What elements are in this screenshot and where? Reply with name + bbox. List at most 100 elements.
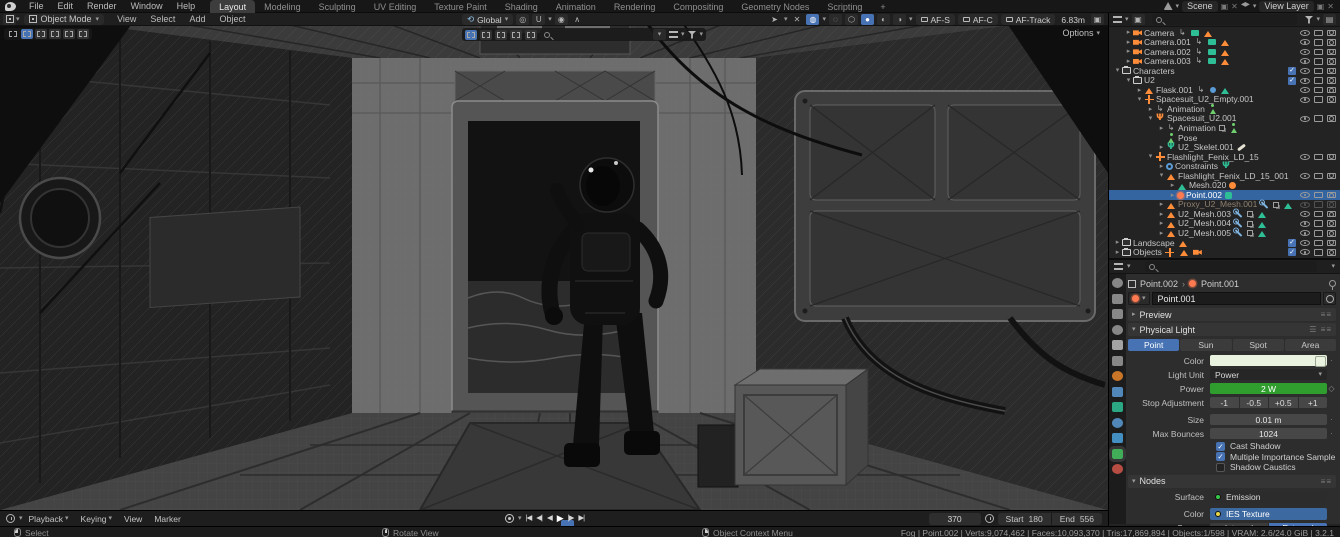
light-type-spot[interactable]: Spot (1232, 339, 1284, 351)
timeline-menu-playback[interactable]: Playback ▾ (23, 514, 75, 524)
outliner-row[interactable]: ▾ Ψ Spacesuit_U2.001 (1109, 114, 1340, 124)
eye-icon[interactable] (1300, 239, 1310, 246)
scene-selector[interactable]: Scene (1182, 0, 1218, 12)
tab-tool[interactable] (1112, 278, 1123, 288)
expander-icon[interactable]: ▸ (1146, 106, 1155, 113)
filter-a-icon[interactable] (480, 29, 492, 40)
outliner-row[interactable]: ▸ Proxy_U2_Mesh.001 (1109, 200, 1340, 210)
scr-icon[interactable] (1314, 201, 1323, 208)
breadcrumb-data[interactable]: Point.001 (1201, 279, 1239, 289)
panel-physical-light[interactable]: ▾ Physical Light ☰ ≡≡ (1128, 323, 1336, 336)
camr-icon[interactable] (1327, 58, 1336, 65)
display-mode-icon[interactable] (1113, 16, 1122, 23)
keyframe-icon[interactable]: ◇ (1327, 384, 1336, 393)
expander-icon[interactable]: ▾ (1135, 96, 1144, 103)
xray-toggle-icon[interactable]: ◍ (806, 14, 820, 25)
tab-render[interactable] (1112, 293, 1123, 304)
select-mode-subtract-icon[interactable] (49, 28, 61, 39)
prev-keyframe-button[interactable]: ◀| (536, 513, 543, 524)
camr-icon[interactable] (1327, 96, 1336, 103)
filter-funnel-icon[interactable] (687, 30, 697, 39)
camr-icon[interactable] (1327, 172, 1336, 180)
tab--[interactable]: + (871, 0, 894, 13)
animate-dot-icon[interactable]: · (1327, 429, 1336, 438)
checkbox-icon[interactable]: ✓ (1216, 462, 1225, 472)
chevron-down-icon[interactable]: ▾ (1125, 16, 1129, 23)
size-field[interactable]: 0.01 m (1210, 414, 1327, 425)
animate-dot-icon[interactable]: · (1327, 356, 1336, 365)
tab-layout[interactable]: Layout (210, 0, 256, 13)
color-swatch[interactable] (1210, 355, 1327, 367)
timeline-menu-view[interactable]: View (118, 514, 148, 524)
expander-icon[interactable]: ▸ (1168, 182, 1177, 189)
falloff-icon[interactable]: ∧ (571, 14, 584, 25)
camr-icon[interactable] (1327, 48, 1336, 56)
tab-particles[interactable] (1112, 402, 1123, 412)
tab-object[interactable] (1112, 371, 1123, 381)
chk-icon[interactable]: ✓ (1288, 248, 1296, 257)
end-frame-field[interactable]: End 556 (1052, 514, 1102, 524)
camr-icon[interactable] (1327, 191, 1336, 199)
viewlayer-remove-icon[interactable]: ✕ (1327, 2, 1334, 11)
tab-modeling[interactable]: Modeling (255, 0, 310, 13)
expander-icon[interactable]: ▸ (1124, 39, 1133, 46)
cursor-tool-icon[interactable] (7, 29, 19, 39)
viewport-menu-select[interactable]: Select (143, 14, 182, 24)
chk-icon[interactable]: ✓ (1288, 66, 1296, 75)
search-input[interactable] (540, 29, 650, 40)
camr-icon[interactable] (1327, 29, 1336, 37)
eye-icon[interactable] (1300, 39, 1310, 46)
scene-new-icon[interactable]: ▣ (1221, 2, 1229, 11)
chevron-down-icon[interactable]: ▾ (16, 16, 20, 23)
eye-icon[interactable] (1300, 77, 1310, 84)
list-options-icon[interactable] (669, 31, 678, 38)
eye-icon[interactable] (1300, 87, 1310, 94)
filter-d-icon[interactable] (525, 29, 537, 40)
expander-icon[interactable]: ▸ (1157, 125, 1166, 132)
expander-icon[interactable]: ▾ (1146, 153, 1155, 160)
current-frame-field[interactable]: 370 (928, 512, 981, 525)
checkbox-row[interactable]: ✓ Cast Shadow (1216, 441, 1336, 452)
af-button-af-s[interactable]: AF-S (915, 14, 955, 25)
filter-toggle-icon[interactable] (465, 29, 477, 40)
surface-field[interactable]: Emission (1210, 491, 1327, 503)
shading-wireframe-icon[interactable]: ◌ (829, 14, 842, 25)
shading-rendered-icon[interactable]: ◐ (877, 14, 890, 25)
select-mode-intersect-icon[interactable] (77, 28, 89, 39)
scr-icon[interactable] (1314, 210, 1323, 218)
eye-icon[interactable] (1300, 220, 1310, 227)
expander-icon[interactable]: ▸ (1157, 230, 1166, 237)
dropdown-button[interactable]: ▾ (653, 29, 666, 40)
scr-icon[interactable] (1314, 172, 1323, 180)
jump-start-button[interactable]: |◀ (526, 513, 533, 524)
outliner-row[interactable]: ▸ Objects ✓ (1109, 247, 1340, 258)
eye-icon[interactable] (1300, 96, 1310, 103)
expander-icon[interactable]: ▸ (1157, 163, 1166, 170)
expander-icon[interactable]: ▸ (1124, 58, 1133, 65)
expander-icon[interactable]: ▸ (1168, 192, 1177, 199)
menu-render[interactable]: Render (80, 1, 124, 11)
play-reverse-button[interactable]: ◀ (547, 513, 553, 524)
camr-icon[interactable] (1327, 201, 1336, 208)
filter-b-icon[interactable] (495, 29, 507, 40)
viewport-menu-add[interactable]: Add (182, 14, 212, 24)
chevron-down-icon[interactable]: ▾ (1331, 263, 1335, 270)
expander-icon[interactable]: ▾ (1113, 67, 1122, 74)
camr-icon[interactable] (1327, 39, 1336, 46)
camera-settings-icon[interactable]: ▣ (1091, 14, 1104, 25)
shading-material-icon[interactable]: ● (861, 14, 874, 25)
overlays-icon[interactable]: ✕ (790, 14, 803, 25)
scr-icon[interactable] (1314, 249, 1323, 256)
filter-funnel-icon[interactable] (1304, 15, 1314, 24)
camr-icon[interactable] (1327, 115, 1336, 122)
select-mode-invert-icon[interactable] (63, 28, 75, 39)
scr-icon[interactable] (1314, 67, 1323, 75)
proportional-edit-icon[interactable]: ◉ (554, 14, 568, 25)
blender-logo-icon[interactable] (5, 1, 16, 11)
expander-icon[interactable]: ▾ (1146, 115, 1155, 122)
tab-object-data[interactable] (1109, 445, 1126, 462)
stop-button[interactable]: +0.5 (1269, 397, 1298, 408)
start-frame-field[interactable]: Start 180 (998, 514, 1051, 524)
jump-end-button[interactable]: ▶| (578, 513, 585, 524)
outliner-row[interactable]: ▸ Ψ U2_Skelet.001 (1109, 142, 1340, 153)
